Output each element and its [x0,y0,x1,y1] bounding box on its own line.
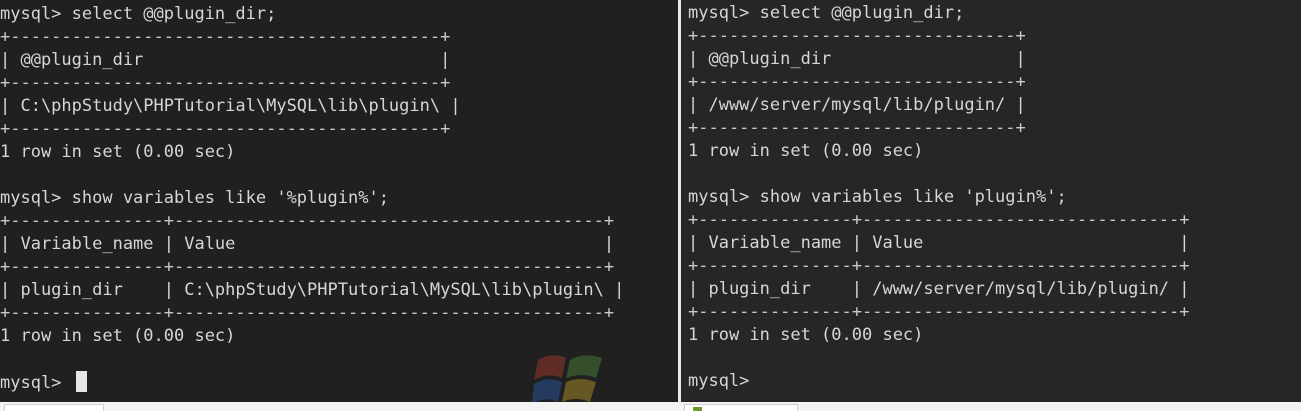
output-line: 1 row in set (0.00 sec) [0,326,236,346]
text-cursor [75,371,87,392]
table-border-line: +---------------+-----------------------… [0,257,615,277]
output-line: | C:\phpStudy\PHPTutorial\MySQL\lib\plug… [0,96,461,116]
right-terminal-output: mysql> select @@plugin_dir; +------------… [688,2,1190,393]
output-line: | @@plugin_dir | [688,49,1026,69]
left-terminal-output: mysql> select @@plugin_dir; +------------… [0,3,624,394]
table-border-line: +---------------+-----------------------… [688,302,1190,322]
output-line: 1 row in set (0.00 sec) [0,142,236,162]
output-line: | @@plugin_dir | [0,50,451,70]
output-line: | /www/server/mysql/lib/plugin/ | [688,95,1026,115]
table-border-line: +-------------------------------+ [688,26,1026,46]
prompt-line: mysql> [688,371,750,391]
table-border-line: +---------------+-----------------------… [688,256,1190,276]
table-border-line: +---------------+-----------------------… [0,303,615,323]
prompt-line: mysql> select @@plugin_dir; [0,4,277,24]
right-terminal-window[interactable]: mysql> select @@plugin_dir; +------------… [681,0,1301,402]
prompt-line: mysql> select @@plugin_dir; [688,3,965,23]
output-line: | Variable_name | Value | [688,233,1190,253]
output-line: 1 row in set (0.00 sec) [688,325,924,345]
taskbar-tab-right[interactable] [684,404,798,411]
prompt-line: mysql> [0,371,624,394]
table-border-line: +---------------+-----------------------… [0,211,615,231]
output-line: | plugin_dir | C:\phpStudy\PHPTutorial\M… [0,280,625,300]
app-tab-icon [693,407,702,411]
output-line: | plugin_dir | /www/server/mysql/lib/plu… [688,279,1190,299]
taskbar-tab-left[interactable] [4,404,104,411]
table-border-line: +-------------------------------+ [688,72,1026,92]
prompt-line: mysql> show variables like 'plugin%'; [688,187,1067,207]
output-line: 1 row in set (0.00 sec) [688,141,924,161]
windows-logo-icon [532,355,602,402]
taskbar-strip [0,402,1301,411]
table-border-line: +---------------------------------------… [0,27,451,47]
table-border-line: +---------------------------------------… [0,73,451,93]
table-border-line: +---------------------------------------… [0,119,451,139]
table-border-line: +-------------------------------+ [688,118,1026,138]
table-border-line: +---------------+-----------------------… [688,210,1190,230]
split-terminal-screenshot: mysql> select @@plugin_dir; +------------… [0,0,1301,411]
prompt-line: mysql> show variables like '%plugin%'; [0,188,389,208]
output-line: | Variable_name | Value | [0,234,615,254]
left-terminal-window[interactable]: mysql> select @@plugin_dir; +------------… [0,0,678,402]
